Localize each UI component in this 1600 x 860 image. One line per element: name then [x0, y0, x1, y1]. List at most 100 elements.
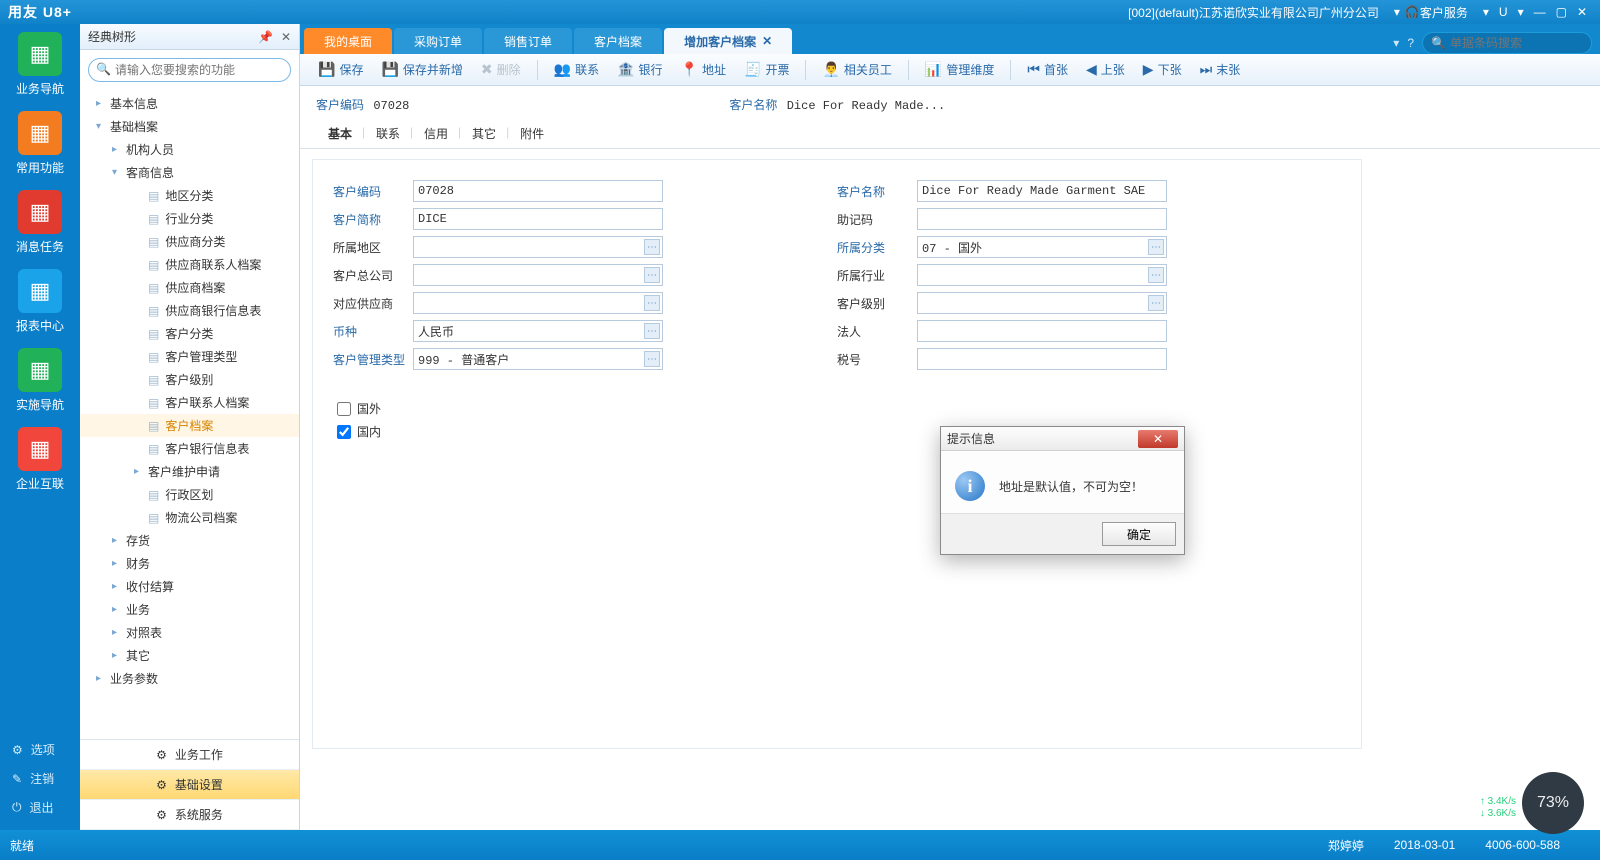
- rail-item[interactable]: ▦报表中心: [10, 269, 70, 334]
- tree-close-icon[interactable]: ✕: [281, 30, 291, 44]
- field-input[interactable]: ⋯: [413, 264, 663, 286]
- field-input[interactable]: ⋯: [413, 236, 663, 258]
- tab-close-icon[interactable]: ✕: [762, 34, 772, 48]
- toolbar-button[interactable]: 💾保存: [310, 58, 371, 81]
- barcode-search-input[interactable]: [1450, 36, 1600, 50]
- tree-node[interactable]: ▸存货: [80, 529, 299, 552]
- tab[interactable]: 销售订单: [484, 28, 572, 54]
- tree-node[interactable]: ▤客户档案: [80, 414, 299, 437]
- lookup-icon[interactable]: ⋯: [644, 323, 660, 339]
- help-icon[interactable]: ?: [1407, 36, 1414, 50]
- field-input[interactable]: ⋯: [413, 292, 663, 314]
- tree-node[interactable]: ▤客户联系人档案: [80, 391, 299, 414]
- tree-node[interactable]: ▸基本信息: [80, 92, 299, 115]
- tree-node[interactable]: ▸业务: [80, 598, 299, 621]
- field-input[interactable]: 999 - 普通客户⋯: [413, 348, 663, 370]
- tree-node[interactable]: ▤行政区划: [80, 483, 299, 506]
- barcode-search[interactable]: 🔍: [1422, 32, 1592, 54]
- tab[interactable]: 采购订单: [394, 28, 482, 54]
- company-dropdown-icon[interactable]: ▾: [1394, 5, 1400, 19]
- toolbar-button[interactable]: 📊管理维度: [917, 58, 1002, 81]
- field-input[interactable]: ⋯: [917, 264, 1167, 286]
- tree-node[interactable]: ▤地区分类: [80, 184, 299, 207]
- field-input[interactable]: [917, 320, 1167, 342]
- checkbox-item[interactable]: 国外: [337, 400, 1341, 417]
- tree-node[interactable]: ▤供应商联系人档案: [80, 253, 299, 276]
- tree-node[interactable]: ▸其它: [80, 644, 299, 667]
- lookup-icon[interactable]: ⋯: [644, 239, 660, 255]
- tree-node[interactable]: ▤供应商银行信息表: [80, 299, 299, 322]
- battery-widget[interactable]: 73%: [1522, 772, 1584, 834]
- service-dropdown-icon[interactable]: ▾: [1483, 5, 1489, 19]
- field-input[interactable]: [917, 348, 1167, 370]
- sub-tab[interactable]: 联系: [364, 121, 412, 148]
- checkbox-item[interactable]: 国内: [337, 423, 1341, 440]
- tree-node[interactable]: ▸客户维护申请: [80, 460, 299, 483]
- u-icon[interactable]: U: [1499, 5, 1508, 19]
- field-input[interactable]: 07 - 国外⋯: [917, 236, 1167, 258]
- close-button[interactable]: ✕: [1577, 5, 1587, 19]
- checkbox[interactable]: [337, 425, 351, 439]
- tree-node[interactable]: ▤客户分类: [80, 322, 299, 345]
- tree-search-input[interactable]: [88, 58, 291, 82]
- tree-bottom-tab[interactable]: ⚙系统服务: [80, 800, 299, 830]
- rail-bottom-item[interactable]: ✎注销: [0, 764, 80, 793]
- toolbar-button[interactable]: ▶下张: [1135, 58, 1190, 81]
- lookup-icon[interactable]: ⋯: [644, 267, 660, 283]
- rail-item[interactable]: ▦常用功能: [10, 111, 70, 176]
- toolbar-button[interactable]: ⏭末张: [1192, 58, 1249, 81]
- tree-node[interactable]: ▤客户管理类型: [80, 345, 299, 368]
- field-input[interactable]: 人民币⋯: [413, 320, 663, 342]
- tree-node[interactable]: ▤行业分类: [80, 207, 299, 230]
- lookup-icon[interactable]: ⋯: [1148, 267, 1164, 283]
- toolbar-button[interactable]: ◀上张: [1078, 58, 1133, 81]
- u-dropdown-icon[interactable]: ▾: [1518, 5, 1524, 19]
- tab[interactable]: 客户档案: [574, 28, 662, 54]
- tree-node[interactable]: ▸对照表: [80, 621, 299, 644]
- field-input[interactable]: ⋯: [917, 292, 1167, 314]
- tree-node[interactable]: ▾客商信息: [80, 161, 299, 184]
- field-input[interactable]: Dice For Ready Made Garment SAE: [917, 180, 1167, 202]
- customer-service[interactable]: 客户服务: [1420, 4, 1468, 21]
- toolbar-button[interactable]: ⏮首张: [1019, 58, 1076, 81]
- dialog-close-button[interactable]: ✕: [1138, 430, 1178, 448]
- field-input[interactable]: DICE: [413, 208, 663, 230]
- lookup-icon[interactable]: ⋯: [644, 295, 660, 311]
- sub-tab[interactable]: 其它: [460, 121, 508, 148]
- tabs-menu-icon[interactable]: ▾: [1393, 36, 1399, 50]
- toolbar-button[interactable]: 🧾开票: [736, 58, 797, 81]
- rail-item[interactable]: ▦实施导航: [10, 348, 70, 413]
- toolbar-button[interactable]: 👥联系: [546, 58, 607, 81]
- dialog-ok-button[interactable]: 确定: [1102, 522, 1176, 546]
- tree-node[interactable]: ▤供应商分类: [80, 230, 299, 253]
- tree-node[interactable]: ▤客户银行信息表: [80, 437, 299, 460]
- tree-node[interactable]: ▸业务参数: [80, 667, 299, 690]
- toolbar-button[interactable]: 📍地址: [673, 58, 734, 81]
- sub-tab[interactable]: 附件: [508, 121, 556, 148]
- lookup-icon[interactable]: ⋯: [1148, 239, 1164, 255]
- tree-node[interactable]: ▸收付结算: [80, 575, 299, 598]
- field-input[interactable]: 07028: [413, 180, 663, 202]
- rail-item[interactable]: ▦企业互联: [10, 427, 70, 492]
- toolbar-button[interactable]: 👨‍💼相关员工: [814, 58, 899, 81]
- tree-node[interactable]: ▸机构人员: [80, 138, 299, 161]
- lookup-icon[interactable]: ⋯: [644, 351, 660, 367]
- rail-item[interactable]: ▦业务导航: [10, 32, 70, 97]
- tab[interactable]: 我的桌面: [304, 28, 392, 54]
- rail-bottom-item[interactable]: ⚙选项: [0, 735, 80, 764]
- tree-node[interactable]: ▤物流公司档案: [80, 506, 299, 529]
- field-input[interactable]: [917, 208, 1167, 230]
- tree-node[interactable]: ▤客户级别: [80, 368, 299, 391]
- checkbox[interactable]: [337, 402, 351, 416]
- rail-bottom-item[interactable]: ⏻退出: [0, 793, 80, 822]
- lookup-icon[interactable]: ⋯: [1148, 295, 1164, 311]
- tree-node[interactable]: ▾基础档案: [80, 115, 299, 138]
- toolbar-button[interactable]: 💾保存并新增: [373, 58, 470, 81]
- tree-node[interactable]: ▸财务: [80, 552, 299, 575]
- toolbar-button[interactable]: 🏦银行: [609, 58, 670, 81]
- sub-tab[interactable]: 信用: [412, 121, 460, 148]
- pin-icon[interactable]: 📌: [258, 30, 273, 44]
- tree-node[interactable]: ▤供应商档案: [80, 276, 299, 299]
- tab[interactable]: 增加客户档案✕: [664, 28, 792, 54]
- tree-bottom-tab[interactable]: ⚙业务工作: [80, 740, 299, 770]
